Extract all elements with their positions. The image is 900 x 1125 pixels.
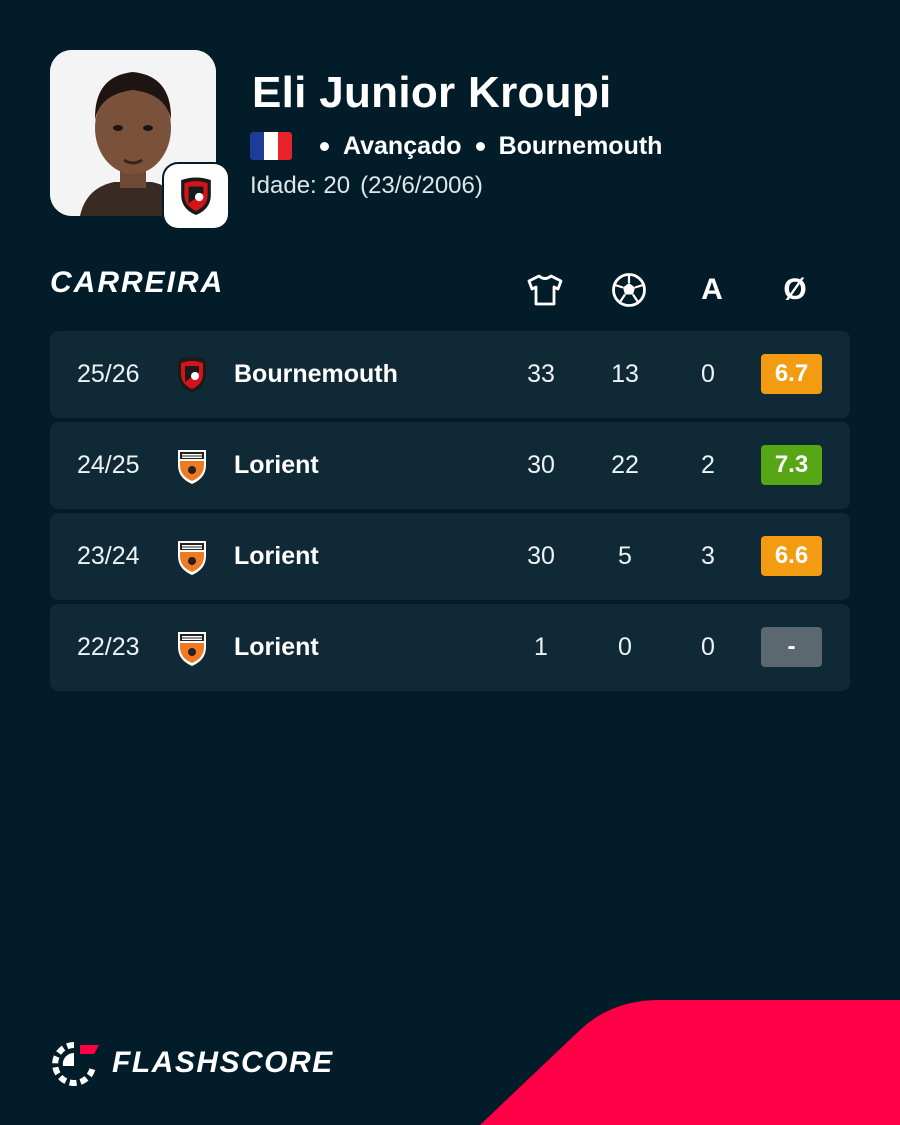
rating-header: Ø bbox=[783, 273, 807, 306]
table-row[interactable]: 25/26 Bournemouth 33 13 0 6.7 bbox=[50, 331, 850, 418]
table-row[interactable]: 23/24 Lorient 30 5 3 6.6 bbox=[50, 513, 850, 600]
goals: 0 bbox=[618, 633, 632, 661]
player-age: Idade: 20 (23/6/2006) bbox=[250, 172, 483, 200]
assists: 2 bbox=[701, 451, 715, 479]
brand-name: FLASHSCORE bbox=[112, 1046, 334, 1079]
player-position: Avançado bbox=[343, 131, 462, 160]
rating-badge: 7.3 bbox=[761, 445, 822, 485]
lorient-logo-icon bbox=[178, 541, 206, 575]
lorient-logo-icon bbox=[178, 632, 206, 666]
table-row[interactable]: 24/25 Lorient 30 22 2 7.3 bbox=[50, 422, 850, 509]
career-table: 25/26 Bournemouth 33 13 0 6.7 24/25 Lori… bbox=[50, 331, 850, 695]
season: 25/26 bbox=[77, 360, 140, 388]
france-flag-icon bbox=[250, 132, 292, 160]
player-club[interactable]: Bournemouth bbox=[499, 132, 663, 161]
age-label: Idade: 20 bbox=[250, 172, 351, 199]
goals: 22 bbox=[611, 451, 639, 479]
player-meta: Avançado Bournemouth bbox=[250, 128, 662, 164]
team-name[interactable]: Lorient bbox=[234, 513, 319, 600]
season: 23/24 bbox=[77, 542, 140, 570]
appearances: 30 bbox=[527, 451, 555, 479]
rating-badge: 6.7 bbox=[761, 354, 822, 394]
assists: 3 bbox=[701, 542, 715, 570]
team-name[interactable]: Lorient bbox=[234, 604, 319, 691]
goals: 13 bbox=[611, 360, 639, 388]
flashscore-logo: FLASHSCORE bbox=[50, 1038, 334, 1088]
player-header: Eli Junior Kroupi Avançado Bournemouth I… bbox=[50, 50, 850, 230]
separator-dot bbox=[320, 141, 329, 151]
goals: 5 bbox=[618, 542, 632, 570]
rating-badge: - bbox=[761, 627, 822, 667]
birth-date: (23/6/2006) bbox=[360, 172, 483, 199]
appearances: 33 bbox=[527, 360, 555, 388]
bournemouth-logo-icon bbox=[181, 177, 211, 216]
separator-dot bbox=[475, 141, 485, 151]
bournemouth-logo-icon bbox=[178, 357, 206, 393]
team-name[interactable]: Lorient bbox=[234, 422, 319, 509]
rating-badge: 6.6 bbox=[761, 536, 822, 576]
season: 24/25 bbox=[77, 451, 140, 479]
club-badge bbox=[164, 164, 228, 228]
flashscore-mark-icon bbox=[52, 1042, 99, 1086]
team-name[interactable]: Bournemouth bbox=[234, 331, 398, 418]
assists: 0 bbox=[701, 360, 715, 388]
assists-header: A bbox=[701, 273, 723, 306]
lorient-logo-icon bbox=[178, 450, 206, 484]
appearances: 1 bbox=[534, 633, 548, 661]
career-title: CARREIRA bbox=[50, 266, 225, 299]
player-name: Eli Junior Kroupi bbox=[252, 68, 612, 117]
table-row[interactable]: 22/23 Lorient 1 0 0 - bbox=[50, 604, 850, 691]
appearances: 30 bbox=[527, 542, 555, 570]
football-icon bbox=[607, 268, 651, 312]
shirt-icon bbox=[523, 268, 567, 312]
season: 22/23 bbox=[77, 633, 140, 661]
assists: 0 bbox=[701, 633, 715, 661]
